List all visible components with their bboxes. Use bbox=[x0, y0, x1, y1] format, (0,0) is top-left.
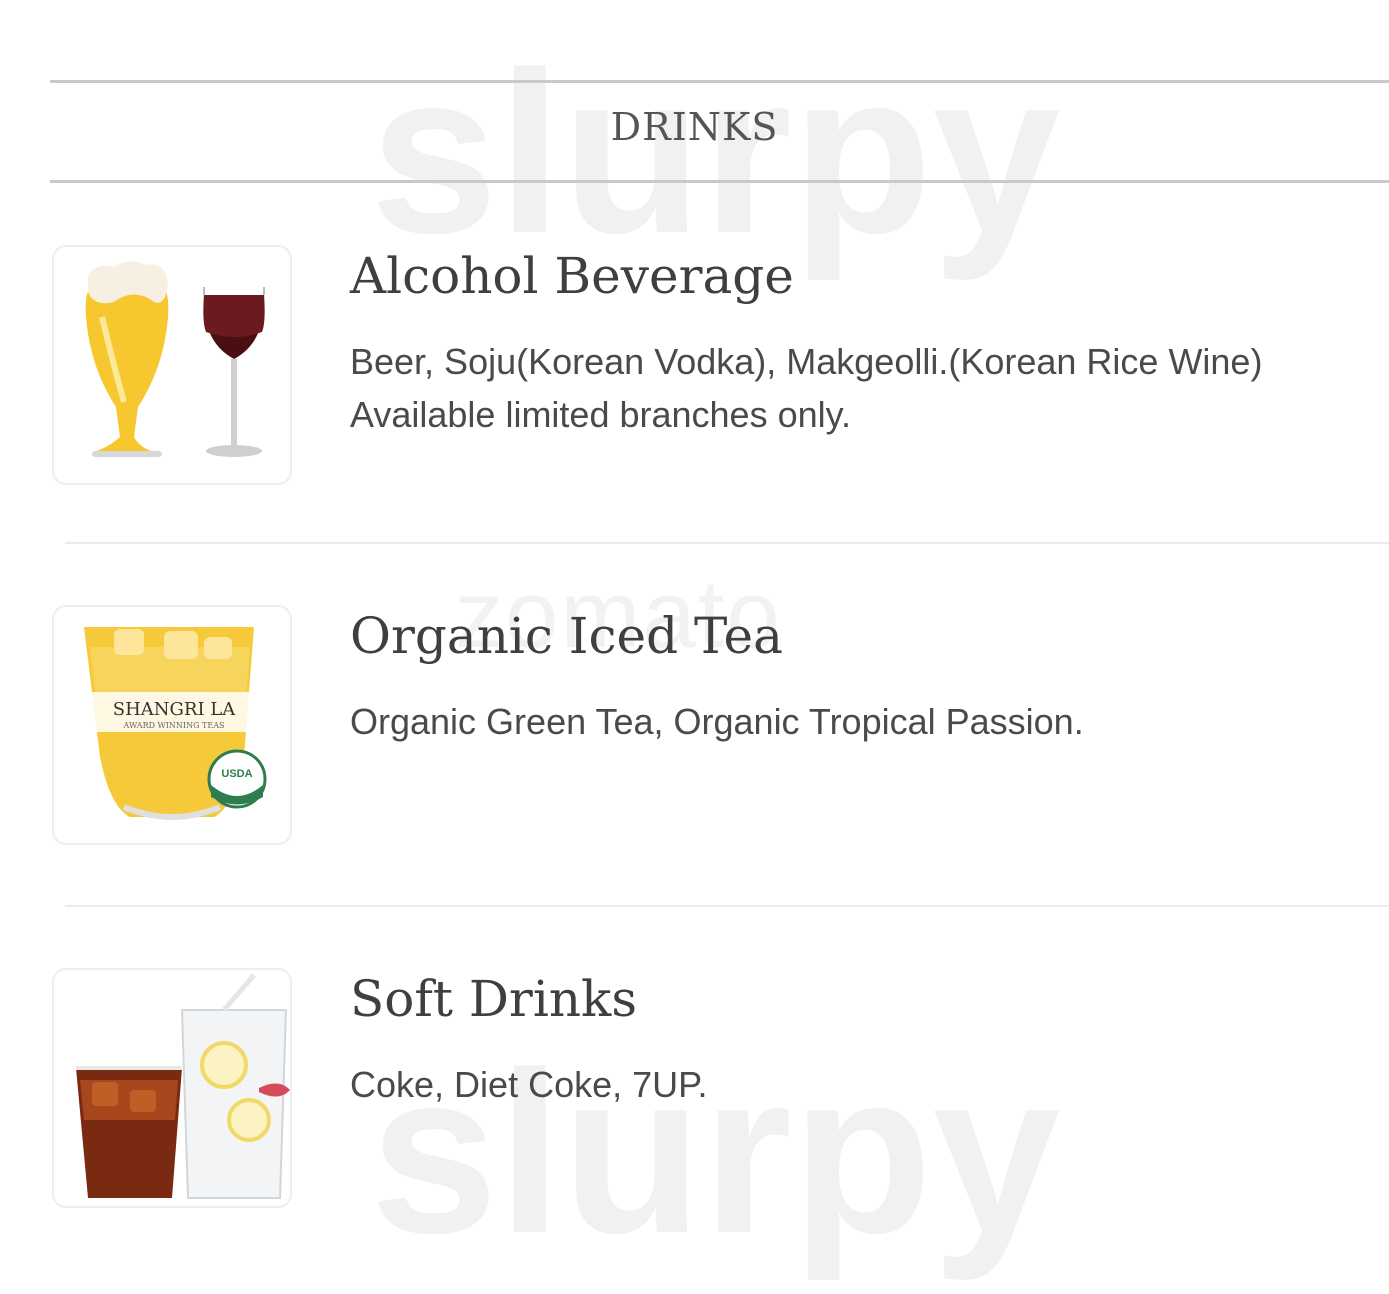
beer-and-wine-glasses-icon bbox=[52, 245, 292, 485]
item-description: Beer, Soju(Korean Vodka), Makgeolli.(Kor… bbox=[350, 341, 1263, 435]
item-name: Soft Drinks bbox=[350, 970, 637, 1028]
image-brand-text: SHANGRI LA bbox=[113, 699, 236, 720]
soda-glasses-icon bbox=[52, 968, 292, 1208]
image-tagline-text: AWARD WINNING TEAS bbox=[123, 721, 225, 730]
item-divider bbox=[65, 905, 1389, 907]
menu-item-soft-drinks[interactable]: Soft Drinks Coke, Diet Coke, 7UP. bbox=[0, 968, 1389, 1218]
item-description: Coke, Diet Coke, 7UP. bbox=[350, 1064, 708, 1105]
menu-item-organic-iced-tea[interactable]: SHANGRI LA AWARD WINNING TEAS USDA Organ… bbox=[0, 605, 1389, 855]
svg-text:USDA: USDA bbox=[221, 768, 252, 780]
item-name: Alcohol Beverage bbox=[350, 247, 794, 305]
section-top-rule bbox=[50, 80, 1389, 83]
section-bottom-rule bbox=[50, 180, 1389, 183]
item-name: Organic Iced Tea bbox=[350, 607, 783, 665]
iced-tea-glass-icon: SHANGRI LA AWARD WINNING TEAS USDA bbox=[52, 605, 292, 845]
item-divider bbox=[65, 542, 1389, 544]
item-description: Organic Green Tea, Organic Tropical Pass… bbox=[350, 701, 1084, 742]
menu-item-alcohol-beverage[interactable]: Alcohol Beverage Beer, Soju(Korean Vodka… bbox=[0, 245, 1389, 495]
section-title: DRINKS bbox=[610, 105, 779, 149]
